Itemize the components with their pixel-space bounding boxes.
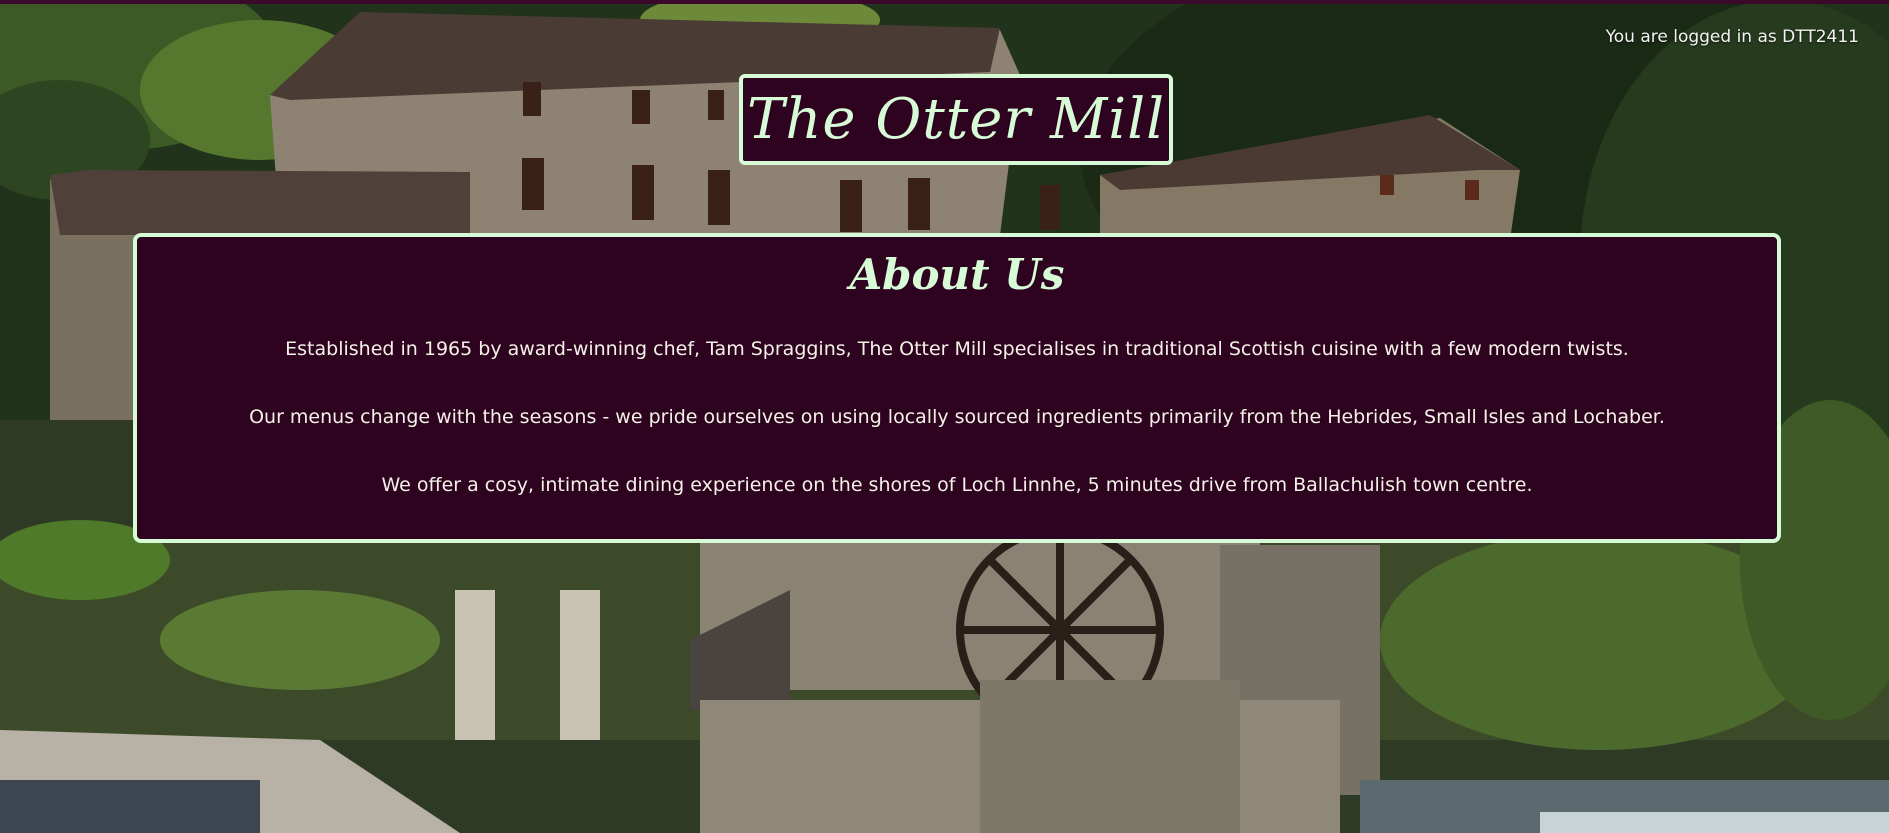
about-paragraph-location: We offer a cosy, intimate dining experie… <box>381 474 1533 497</box>
top-border-strip <box>0 0 1889 4</box>
login-status-text: You are logged in as DTT2411 <box>1605 27 1859 47</box>
site-title[interactable]: The Otter Mill <box>747 91 1165 148</box>
about-us-heading: About Us <box>849 250 1065 299</box>
site-title-panel: The Otter Mill <box>739 74 1173 165</box>
about-us-panel: About Us Established in 1965 by award-wi… <box>133 233 1781 543</box>
about-paragraph-menus: Our menus change with the seasons - we p… <box>249 406 1665 429</box>
about-paragraph-history: Established in 1965 by award-winning che… <box>285 338 1629 361</box>
